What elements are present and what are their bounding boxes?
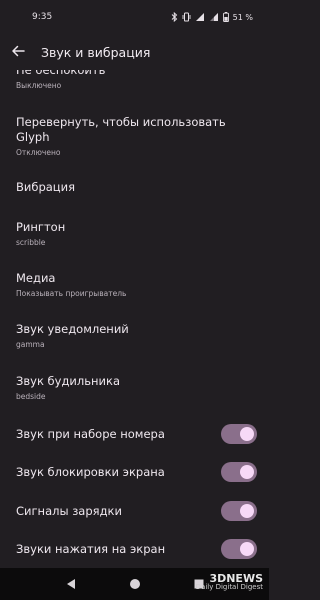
- setting-subtitle: gamma: [16, 340, 45, 349]
- setting-alarm-sound[interactable]: Звук будильника bedside: [16, 374, 257, 402]
- setting-do-not-disturb[interactable]: Не беспокоить Выключено: [16, 70, 257, 91]
- setting-title: Медиа: [16, 271, 56, 285]
- screen-lock-sound-toggle[interactable]: [221, 462, 257, 482]
- touch-sounds-toggle[interactable]: [221, 539, 257, 559]
- nav-back-button[interactable]: [65, 578, 77, 590]
- signal-icon-2: [209, 12, 219, 22]
- setting-subtitle: Выключено: [16, 81, 62, 90]
- setting-title: Сигналы зарядки: [16, 503, 122, 518]
- vibrate-icon: [182, 12, 191, 22]
- status-bar: 9:35 51 %: [0, 0, 269, 34]
- setting-title: Рингтон: [16, 220, 66, 234]
- watermark-tagline: Daily Digital Digest: [195, 583, 263, 591]
- back-button[interactable]: [9, 43, 27, 61]
- setting-title: Звуки нажатия на экран: [16, 541, 166, 556]
- dial-pad-tones-toggle[interactable]: [221, 424, 257, 444]
- toggle-thumb: [240, 504, 254, 518]
- signal-icon: [195, 12, 205, 22]
- setting-title: Перевернуть, чтобы использовать Glyph: [16, 115, 226, 144]
- setting-title: Не беспокоить: [16, 70, 106, 77]
- bluetooth-icon: [171, 12, 178, 22]
- setting-flip-to-glyph[interactable]: Перевернуть, чтобы использовать Glyph От…: [16, 115, 257, 158]
- watermark: 3DNEWS Daily Digital Digest: [195, 572, 263, 591]
- setting-title: Звук блокировки экрана: [16, 464, 165, 479]
- battery-percent: 51 %: [232, 12, 253, 22]
- setting-touch-sounds[interactable]: Звуки нажатия на экран: [16, 538, 257, 560]
- setting-title: Звук уведомлений: [16, 322, 129, 336]
- status-time: 9:35: [32, 12, 53, 22]
- toggle-thumb: [240, 542, 254, 556]
- app-bar: Звук и вибрация: [0, 34, 269, 70]
- setting-subtitle: Показывать проигрыватель: [16, 289, 127, 298]
- setting-charging-sounds[interactable]: Сигналы зарядки: [16, 500, 257, 522]
- setting-title: Звук при наборе номера: [16, 426, 165, 441]
- setting-ringtone[interactable]: Рингтон scribble: [16, 220, 257, 248]
- setting-notification-sound[interactable]: Звук уведомлений gamma: [16, 322, 257, 350]
- arrow-left-icon: [11, 43, 25, 62]
- setting-screen-lock-sound[interactable]: Звук блокировки экрана: [16, 461, 257, 483]
- charging-sounds-toggle[interactable]: [221, 501, 257, 521]
- setting-title: Звук будильника: [16, 374, 120, 388]
- watermark-brand: 3DNEWS: [209, 572, 263, 585]
- setting-subtitle: scribble: [16, 238, 46, 247]
- setting-subtitle: bedside: [16, 392, 46, 401]
- battery-icon: [222, 12, 229, 22]
- setting-subtitle: Отключено: [16, 148, 61, 157]
- settings-list: Не беспокоить Выключено Перевернуть, что…: [0, 70, 269, 568]
- setting-title: Вибрация: [16, 180, 76, 194]
- page-title: Звук и вибрация: [41, 44, 151, 60]
- setting-media[interactable]: Медиа Показывать проигрыватель: [16, 271, 257, 299]
- setting-vibration[interactable]: Вибрация: [16, 180, 257, 195]
- setting-dial-pad-tones[interactable]: Звук при наборе номера: [16, 423, 257, 445]
- nav-home-button[interactable]: [129, 578, 141, 590]
- toggle-thumb: [240, 465, 254, 479]
- status-icons: 51 %: [171, 12, 253, 22]
- toggle-thumb: [240, 427, 254, 441]
